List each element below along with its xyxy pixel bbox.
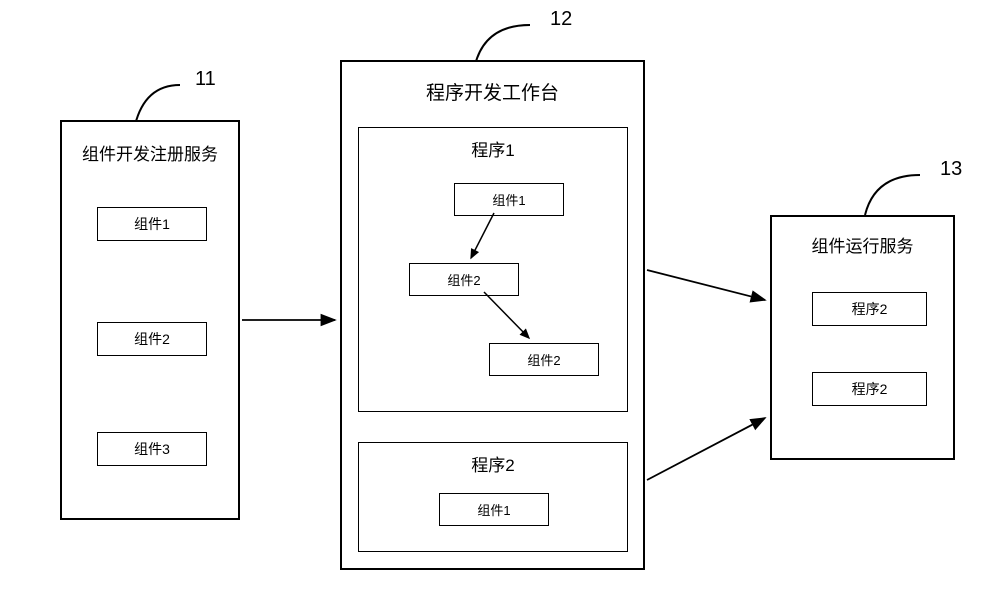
component-1-box: 组件1: [97, 207, 207, 241]
program1-title: 程序1: [359, 128, 627, 171]
program1-box: 程序1 组件1 组件2 组件2: [358, 127, 628, 412]
p1-node1: 组件1: [454, 183, 564, 216]
runtime-service-box: 组件运行服务 程序2 程序2: [770, 215, 955, 460]
runtime-item-2: 程序2: [812, 372, 927, 406]
component-3-box: 组件3: [97, 432, 207, 466]
leader-13: [860, 170, 930, 220]
p1-node3: 组件2: [489, 343, 599, 376]
program2-box: 程序2 组件1: [358, 442, 628, 552]
registration-service-title: 组件开发注册服务: [62, 122, 238, 175]
label-12: 12: [550, 8, 572, 31]
dev-workbench-box: 程序开发工作台 程序1 组件1 组件2 组件2 程序2 组件1: [340, 60, 645, 570]
program2-title: 程序2: [359, 443, 627, 486]
runtime-item-1: 程序2: [812, 292, 927, 326]
p1-node2: 组件2: [409, 263, 519, 296]
dev-workbench-title: 程序开发工作台: [342, 62, 643, 115]
diagram-container: 11 12 13 组件开发注册服务 组件1 组件2 组件3 程序开发工作台 程序…: [0, 0, 1000, 607]
runtime-service-title: 组件运行服务: [772, 217, 953, 267]
component-2-box: 组件2: [97, 322, 207, 356]
label-11: 11: [195, 68, 216, 91]
registration-service-box: 组件开发注册服务 组件1 组件2 组件3: [60, 120, 240, 520]
p2-node1: 组件1: [439, 493, 549, 526]
label-13: 13: [940, 158, 962, 181]
